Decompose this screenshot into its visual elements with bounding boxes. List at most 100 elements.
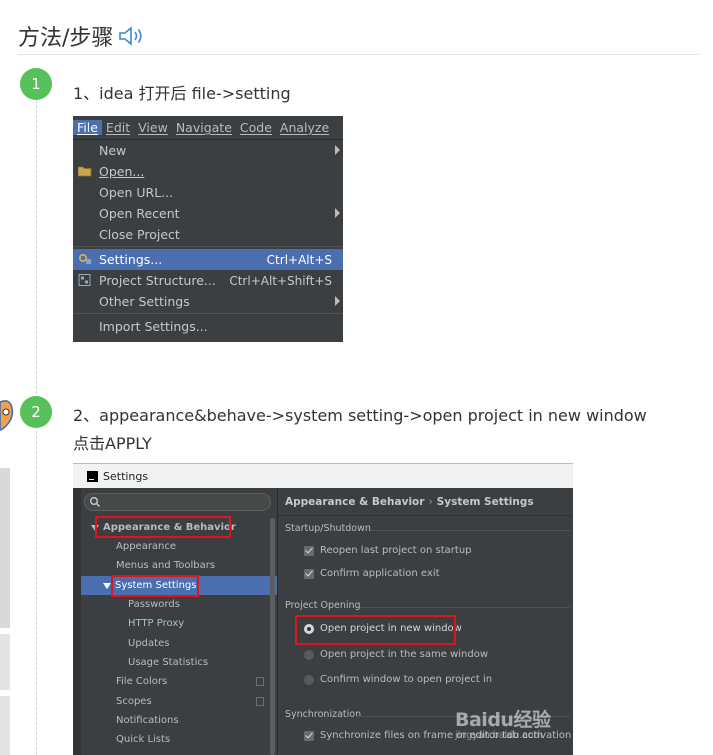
option-label: Confirm window to open project in: [320, 674, 493, 685]
tree-item-label: Notifications: [116, 715, 179, 726]
project-scope-icon: [256, 697, 264, 706]
menu-item-label: Other Settings: [99, 294, 190, 309]
section-title: 方法/步骤: [18, 26, 114, 51]
tree-item-http-proxy[interactable]: HTTP Proxy: [81, 614, 270, 633]
dialog-titlebar: Settings: [73, 463, 573, 488]
checkbox-checked-icon: [304, 730, 314, 741]
menu-analyze[interactable]: Analyze: [276, 120, 333, 135]
tree-item-file-colors[interactable]: File Colors: [81, 672, 270, 691]
group-startup: Startup/Shutdown: [285, 523, 371, 534]
highlight-box: [295, 615, 456, 645]
tree-item-usage-statistics[interactable]: Usage Statistics: [81, 653, 270, 672]
menu-file[interactable]: File: [73, 120, 102, 135]
group-divider: [370, 530, 570, 531]
step-number-badge: 2: [20, 396, 52, 428]
breadcrumb-separator: ›: [428, 495, 433, 508]
submenu-arrow-icon: [335, 145, 340, 155]
group-divider: [360, 607, 570, 608]
settings-breadcrumb: Appearance & Behavior › System Settings: [278, 488, 573, 516]
tree-item-label: Usage Statistics: [128, 657, 209, 668]
speaker-icon[interactable]: [117, 25, 147, 47]
tree-item-notifications[interactable]: Notifications: [81, 711, 270, 730]
menu-item-label: Project Structure...: [99, 273, 216, 288]
confirm-exit-checkbox[interactable]: Confirm application exit: [304, 568, 440, 579]
header-divider: [18, 54, 699, 55]
shortcut-label: Ctrl+Alt+S: [266, 252, 332, 267]
menu-item-import-settings[interactable]: Import Settings...: [73, 316, 343, 337]
menu-view[interactable]: View: [134, 120, 172, 135]
tree-item-scopes[interactable]: Scopes: [81, 692, 270, 711]
menu-item-open-url[interactable]: Open URL...: [73, 182, 343, 203]
baidu-watermark: Baidu经验 jingyan.baidu.com: [455, 705, 570, 751]
sidebar-edge: [0, 696, 10, 755]
highlight-box: [111, 575, 199, 597]
tree-item-label: Scopes: [116, 696, 152, 707]
option-label: Open project in the same window: [320, 649, 489, 660]
menu-separator: [73, 246, 343, 247]
tree-item-label: HTTP Proxy: [128, 618, 185, 629]
menu-edit[interactable]: Edit: [102, 120, 134, 135]
checkbox-checked-icon: [304, 545, 314, 556]
tree-item-appearance[interactable]: Appearance: [81, 537, 270, 556]
group-synchronization: Synchronization: [285, 709, 362, 720]
tree-item-label: Appearance: [116, 541, 177, 552]
shortcut-label: Ctrl+Alt+Shift+S: [229, 273, 332, 288]
step-text: 2、appearance&behave->system setting->ope…: [73, 406, 647, 425]
mascot-icon: [0, 400, 14, 431]
option-label: Confirm application exit: [320, 568, 440, 579]
radio-unselected-icon: [304, 674, 314, 685]
menu-item-label: New: [99, 143, 127, 158]
tree-item-quick-lists[interactable]: Quick Lists: [81, 730, 270, 749]
menu-item-label: Settings...: [99, 252, 163, 267]
step-text-continued: 点击APPLY: [73, 434, 152, 453]
tree-item-label: Menus and Toolbars: [116, 560, 216, 571]
menu-item-settings[interactable]: Settings... Ctrl+Alt+S: [73, 249, 343, 270]
menu-bar: File Edit View Navigate Code Analyze: [73, 116, 343, 140]
confirm-window-radio[interactable]: Confirm window to open project in: [304, 674, 492, 685]
menu-separator: [73, 313, 343, 314]
folder-icon: [78, 166, 92, 177]
tree-item-updates[interactable]: Updates: [81, 634, 270, 653]
tree-item-menus-toolbars[interactable]: Menus and Toolbars: [81, 556, 270, 575]
watermark-brand: Baidu经验: [455, 709, 551, 731]
menu-item-open-recent[interactable]: Open Recent: [73, 203, 343, 224]
project-scope-icon: [256, 677, 264, 686]
file-menu-screenshot: File Edit View Navigate Code Analyze New…: [73, 116, 343, 342]
project-structure-icon: [78, 274, 91, 286]
pane-edge: [73, 488, 81, 755]
settings-search-input[interactable]: [84, 493, 271, 511]
menu-item-close-project[interactable]: Close Project: [73, 224, 343, 245]
submenu-arrow-icon: [335, 296, 340, 306]
sidebar-edge: [0, 634, 10, 690]
reopen-last-checkbox[interactable]: Reopen last project on startup: [304, 545, 472, 556]
step-text: 1、idea 打开后 file->setting: [73, 84, 291, 103]
group-project-opening: Project Opening: [285, 600, 361, 611]
menu-navigate[interactable]: Navigate: [172, 120, 236, 135]
menu-item-label: Open...: [99, 164, 145, 179]
watermark-url: jingyan.baidu.com: [455, 730, 543, 741]
menu-item-new[interactable]: New: [73, 140, 343, 161]
menu-item-label: Open Recent: [99, 206, 180, 221]
tree-item-label: Passwords: [128, 599, 180, 610]
section-header: 方法/步骤: [18, 18, 147, 54]
tree-scrollbar[interactable]: [270, 518, 275, 755]
menu-item-open[interactable]: Open...: [73, 161, 343, 182]
tree-item-passwords[interactable]: Passwords: [81, 595, 270, 614]
open-same-window-radio[interactable]: Open project in the same window: [304, 649, 488, 660]
tree-item-label: File Colors: [116, 676, 168, 687]
menu-code[interactable]: Code: [236, 120, 276, 135]
breadcrumb-part: System Settings: [436, 495, 534, 508]
menu-item-other-settings[interactable]: Other Settings: [73, 291, 343, 312]
breadcrumb-part: Appearance & Behavior: [285, 495, 425, 508]
expand-arrow-icon: [103, 582, 111, 589]
step-number-badge: 1: [20, 68, 52, 100]
radio-unselected-icon: [304, 649, 314, 660]
option-label: Reopen last project on startup: [320, 545, 472, 556]
settings-icon: [78, 253, 91, 264]
intellij-logo-icon: [87, 470, 98, 482]
menu-item-label: Close Project: [99, 227, 180, 242]
checkbox-checked-icon: [304, 568, 314, 579]
menu-item-label: Open URL...: [99, 185, 174, 200]
dialog-title: Settings: [103, 469, 149, 483]
menu-item-project-structure[interactable]: Project Structure... Ctrl+Alt+Shift+S: [73, 270, 343, 291]
